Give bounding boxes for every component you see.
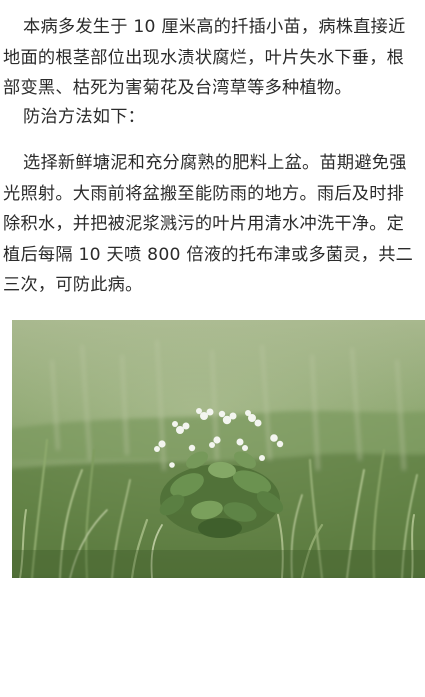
plant-photo	[12, 320, 425, 578]
grass-flower-image	[12, 320, 425, 578]
paragraph-disease-description: 本病多发生于 10 厘米高的扦插小苗，病株直接近地面的根茎部位出现水渍状腐烂，叶…	[3, 17, 406, 98]
paragraph-prevention-heading: 防治方法如下：	[23, 107, 146, 127]
paragraph-prevention-methods: 选择新鲜塘泥和充分腐熟的肥料上盆。苗期避免强光照射。大雨前将盆搬至能防雨的地方。…	[3, 153, 414, 295]
